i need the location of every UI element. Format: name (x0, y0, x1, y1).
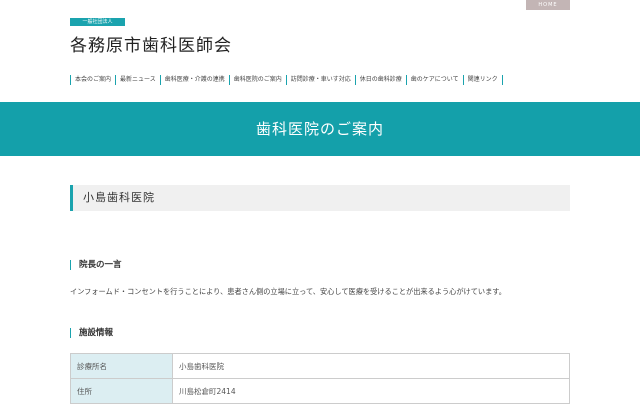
main-nav: 本会のご案内 最新ニュース 歯科医療・介護の連携 歯科医院のご案内 訪問診療・車… (70, 75, 503, 85)
site-title[interactable]: 各務原市歯科医師会 (70, 31, 232, 56)
clinic-name-heading: 小島歯科医院 (70, 185, 570, 211)
page-title: 歯科医院のご案内 (0, 102, 640, 156)
nav-item-visiting[interactable]: 訪問診療・車いす対応 (285, 75, 355, 85)
nav-item-links[interactable]: 関連リンク (462, 75, 503, 85)
facility-table: 診療所名 小島歯科医院 住所 川島松倉町2414 (70, 353, 570, 404)
row-label: 診療所名 (70, 353, 173, 379)
facility-heading: 施設情報 (70, 328, 113, 338)
nav-item-about[interactable]: 本会のご案内 (70, 75, 115, 85)
message-heading: 院長の一言 (70, 260, 122, 270)
home-button[interactable]: HOME (526, 0, 570, 10)
nav-item-care-link[interactable]: 歯科医療・介護の連携 (159, 75, 229, 85)
row-value: 小島歯科医院 (172, 353, 570, 379)
director-message: インフォームド・コンセントを行うことにより、患者さん側の立場に立って、安心して医… (70, 287, 506, 296)
table-row: 診療所名 小島歯科医院 (70, 353, 570, 379)
nav-item-clinics[interactable]: 歯科医院のご案内 (228, 75, 286, 85)
nav-item-dental-care[interactable]: 歯のケアについて (405, 75, 463, 85)
nav-item-holiday[interactable]: 休日の歯科診療 (354, 75, 406, 85)
org-type-badge: 一般社団法人 (70, 18, 125, 26)
nav-item-news[interactable]: 最新ニュース (115, 75, 160, 85)
